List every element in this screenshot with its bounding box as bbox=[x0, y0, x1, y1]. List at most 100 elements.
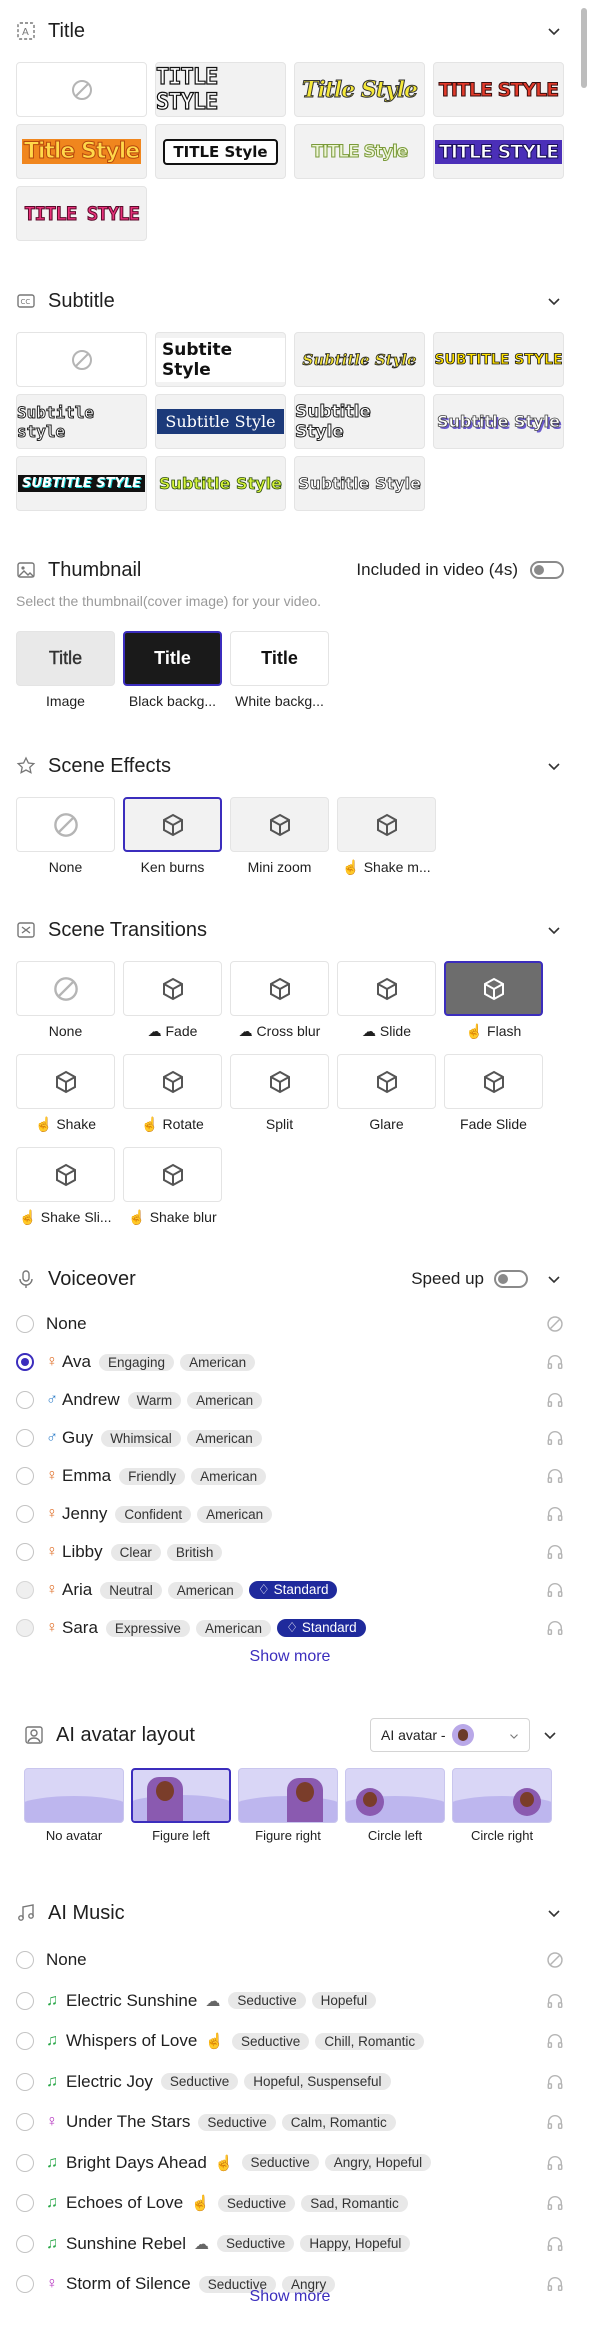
radio-button[interactable] bbox=[16, 1391, 34, 1409]
radio-button[interactable] bbox=[16, 2113, 34, 2131]
avatar-layout-option[interactable] bbox=[238, 1768, 338, 1823]
headphones-icon[interactable] bbox=[546, 2073, 564, 2091]
voice-row[interactable]: ♀ Sara Expressive American ♢ Standard bbox=[16, 1616, 564, 1640]
headphones-icon[interactable] bbox=[546, 1992, 564, 2010]
transition-cross-blur[interactable] bbox=[230, 961, 329, 1016]
radio-button[interactable] bbox=[16, 1429, 34, 1447]
scene-transitions-header[interactable]: Scene Transitions bbox=[16, 915, 564, 945]
chevron-down-icon[interactable] bbox=[540, 1725, 560, 1745]
radio-button[interactable] bbox=[16, 1543, 34, 1561]
transition-fade-slide[interactable] bbox=[444, 1054, 543, 1109]
transition-flash[interactable] bbox=[444, 961, 543, 1016]
headphones-icon[interactable] bbox=[546, 1467, 564, 1485]
transition-split[interactable] bbox=[230, 1054, 329, 1109]
subtitle-style-10[interactable]: Subtitle Style bbox=[294, 456, 425, 511]
headphones-icon[interactable] bbox=[546, 1429, 564, 1447]
scene-effects-header[interactable]: Scene Effects bbox=[16, 751, 564, 781]
music-row[interactable]: ♫ Electric Sunshine ☁ Seductive Hopeful bbox=[16, 1989, 564, 2013]
avatar-layout-option[interactable] bbox=[131, 1768, 231, 1823]
voice-row[interactable]: ♀ Emma Friendly American bbox=[16, 1464, 564, 1488]
voice-row[interactable]: ♂ Guy Whimsical American bbox=[16, 1426, 564, 1450]
headphones-icon[interactable] bbox=[546, 1619, 564, 1637]
headphones-icon[interactable] bbox=[546, 2113, 564, 2131]
chevron-down-icon[interactable] bbox=[544, 756, 564, 776]
music-header[interactable]: AI Music bbox=[16, 1898, 564, 1928]
radio-button[interactable] bbox=[16, 1467, 34, 1485]
transition-rotate[interactable] bbox=[123, 1054, 222, 1109]
music-row[interactable]: None bbox=[16, 1948, 564, 1972]
radio-button[interactable] bbox=[16, 1951, 34, 1969]
subtitle-style-3[interactable]: SUBTITLE STYLE bbox=[433, 332, 564, 387]
subtitle-style-2[interactable]: Subtitle Style bbox=[294, 332, 425, 387]
chevron-down-icon[interactable] bbox=[544, 291, 564, 311]
avatar-layout-option[interactable] bbox=[345, 1768, 445, 1823]
radio-button[interactable] bbox=[16, 1991, 34, 2010]
chevron-down-icon[interactable] bbox=[544, 1269, 564, 1289]
transition-shake[interactable] bbox=[16, 1054, 115, 1109]
title-style-8[interactable]: TITLE STYLE bbox=[16, 186, 147, 241]
subtitle-header[interactable]: CC Subtitle bbox=[16, 286, 564, 316]
music-row[interactable]: ♫ Electric Joy Seductive Hopeful, Suspensef… bbox=[16, 2070, 564, 2094]
transition-shake-blur[interactable] bbox=[123, 1147, 222, 1202]
subtitle-style-7[interactable]: Subtitle Style bbox=[433, 394, 564, 449]
radio-button[interactable] bbox=[16, 2194, 34, 2212]
voice-row[interactable]: None bbox=[16, 1312, 564, 1336]
music-row[interactable]: ♫ Sunshine Rebel ☁ Seductive Happy, Hopeful bbox=[16, 2232, 564, 2256]
headphones-icon[interactable] bbox=[546, 1581, 564, 1599]
title-style-5[interactable]: TITLE Style bbox=[155, 124, 286, 179]
scrollbar[interactable] bbox=[581, 8, 587, 88]
radio-button[interactable] bbox=[16, 1315, 34, 1333]
thumbnail-option-black[interactable]: Title bbox=[123, 631, 222, 686]
thumbnail-option-white[interactable]: Title bbox=[230, 631, 329, 686]
headphones-icon[interactable] bbox=[546, 1353, 564, 1371]
headphones-icon[interactable] bbox=[546, 1505, 564, 1523]
transition-none[interactable] bbox=[16, 961, 115, 1016]
title-style-6[interactable]: TITLE Style bbox=[294, 124, 425, 179]
avatar-layout-option[interactable] bbox=[452, 1768, 552, 1823]
voice-row[interactable]: ♀ Jenny Confident American bbox=[16, 1502, 564, 1526]
voice-row[interactable]: ♀ Ava Engaging American bbox=[16, 1350, 564, 1374]
music-row[interactable]: ♫ Bright Days Ahead ☝ Seductive Angry, Hopef… bbox=[16, 2151, 564, 2175]
title-style-2[interactable]: Title Style bbox=[294, 62, 425, 117]
radio-button[interactable] bbox=[16, 1581, 34, 1599]
music-show-more[interactable]: Show more bbox=[16, 2288, 564, 2306]
headphones-icon[interactable] bbox=[546, 1391, 564, 1409]
voiceover-show-more[interactable]: Show more bbox=[16, 1648, 564, 1666]
radio-button[interactable] bbox=[16, 1505, 34, 1523]
subtitle-style-none[interactable] bbox=[16, 332, 147, 387]
transition-shake-slide[interactable] bbox=[16, 1147, 115, 1202]
title-header[interactable]: A Title bbox=[16, 16, 564, 46]
avatar-layout-option[interactable] bbox=[24, 1768, 124, 1823]
title-style-none[interactable] bbox=[16, 62, 147, 117]
transition-glare[interactable] bbox=[337, 1054, 436, 1109]
voice-row[interactable]: ♀ Libby Clear British bbox=[16, 1540, 564, 1564]
music-row[interactable]: ♫ Whispers of Love ☝ Seductive Chill, Romant… bbox=[16, 2029, 564, 2053]
subtitle-style-4[interactable]: Subtitle style bbox=[16, 394, 147, 449]
radio-button[interactable] bbox=[16, 2072, 34, 2091]
subtitle-style-6[interactable]: Subtitle Style bbox=[294, 394, 425, 449]
effect-mini-zoom[interactable] bbox=[230, 797, 329, 852]
headphones-icon[interactable] bbox=[546, 2032, 564, 2050]
title-style-7[interactable]: TITLE STYLE bbox=[433, 124, 564, 179]
headphones-icon[interactable] bbox=[546, 1543, 564, 1561]
transition-slide[interactable] bbox=[337, 961, 436, 1016]
transition-fade[interactable] bbox=[123, 961, 222, 1016]
chevron-down-icon[interactable] bbox=[544, 1903, 564, 1923]
included-in-video-toggle[interactable] bbox=[530, 561, 564, 579]
radio-button[interactable] bbox=[16, 2234, 34, 2253]
subtitle-style-9[interactable]: Subtitle Style bbox=[155, 456, 286, 511]
effect-shake-motion[interactable] bbox=[337, 797, 436, 852]
effect-ken-burns[interactable] bbox=[123, 797, 222, 852]
subtitle-style-5[interactable]: Subtitle Style bbox=[155, 394, 286, 449]
radio-button[interactable] bbox=[16, 1353, 34, 1371]
headphones-icon[interactable] bbox=[546, 2194, 564, 2212]
chevron-down-icon[interactable] bbox=[544, 920, 564, 940]
effect-none[interactable] bbox=[16, 797, 115, 852]
subtitle-style-1[interactable]: Subtite Style bbox=[155, 332, 286, 387]
voice-row[interactable]: ♀ Aria Neutral American ♢ Standard bbox=[16, 1578, 564, 1602]
chevron-down-icon[interactable] bbox=[544, 21, 564, 41]
radio-button[interactable] bbox=[16, 2153, 34, 2172]
music-row[interactable]: ♀ Under The Stars Seductive Calm, Romantic bbox=[16, 2110, 564, 2134]
title-style-1[interactable]: TITLE STYLE bbox=[155, 62, 286, 117]
subtitle-style-8[interactable]: SUBTITLE STYLE bbox=[16, 456, 147, 511]
